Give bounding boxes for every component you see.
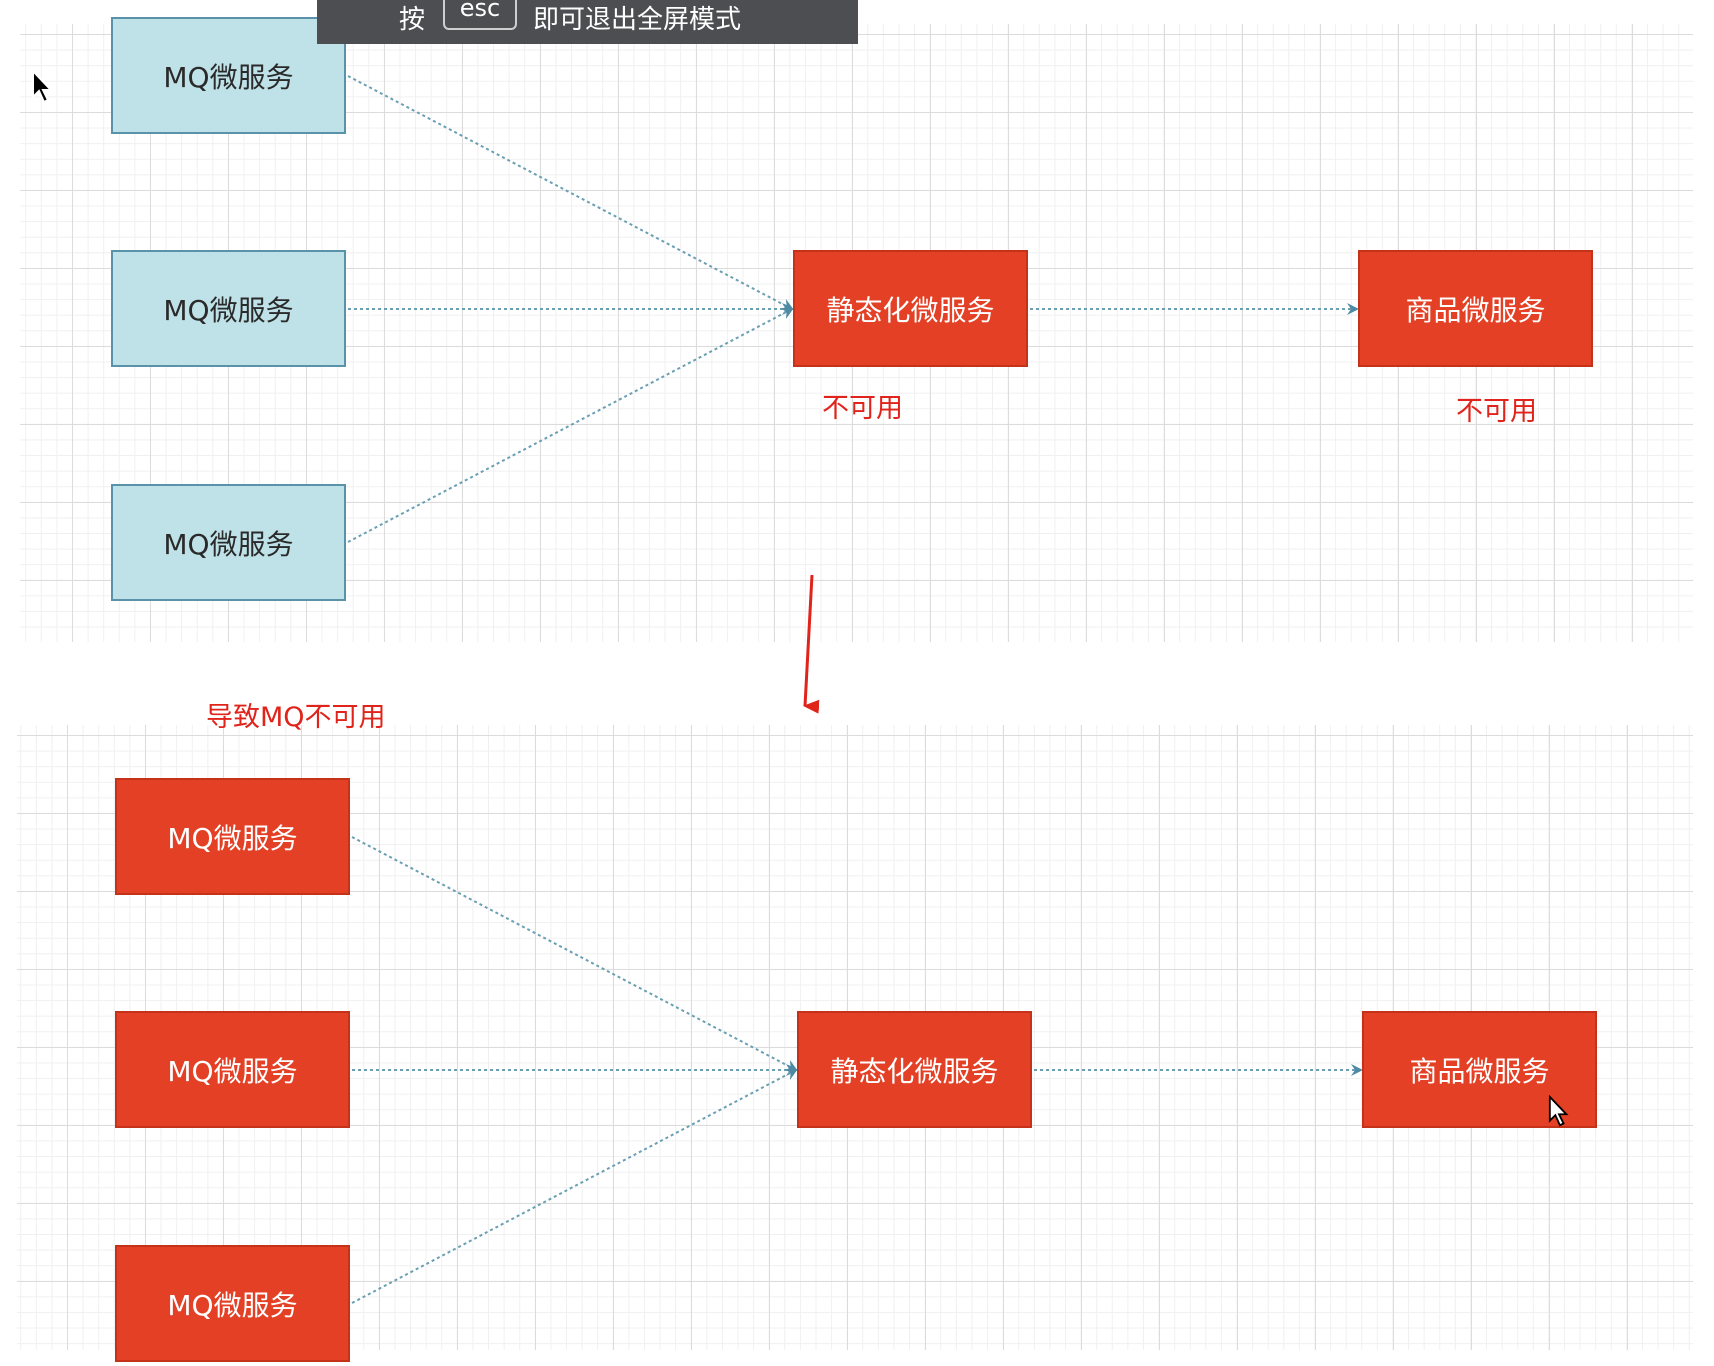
- mq-service-node-bottom-3[interactable]: MQ微服务: [115, 1245, 350, 1362]
- product-service-status-label: 不可用: [1456, 396, 1537, 427]
- connector-bottom-mq1-to-static: [351, 836, 798, 1071]
- connector-top-mq3-to-static: [347, 308, 794, 543]
- connector-bottom-mq3-to-static: [351, 1069, 798, 1304]
- mq-service-node-top-3[interactable]: MQ微服务: [111, 484, 346, 601]
- mq-unavailable-annotation: 导致MQ不可用: [206, 702, 386, 733]
- mq-service-node-top-1[interactable]: MQ微服务: [111, 17, 346, 134]
- mq-service-node-top-2[interactable]: MQ微服务: [111, 250, 346, 367]
- toast-prefix: 按: [399, 5, 426, 35]
- mouse-pointer-icon: [32, 69, 54, 104]
- flow-arrow: [803, 574, 820, 714]
- fullscreen-exit-toast: 按 esc 即可退出全屏模式: [317, 0, 858, 44]
- esc-key: esc: [443, 0, 517, 30]
- mouse-pointer-icon: [1548, 1095, 1569, 1127]
- mq-service-node-bottom-1[interactable]: MQ微服务: [115, 778, 350, 895]
- static-service-node-bottom[interactable]: 静态化微服务: [797, 1011, 1032, 1128]
- screen: MQ微服务 MQ微服务 MQ微服务 静态化微服务 商品微服务 不可用 不可用 导…: [0, 0, 1714, 1366]
- connector-top-mq1-to-static: [347, 75, 794, 310]
- toast-suffix: 即可退出全屏模式: [533, 5, 742, 35]
- static-service-node-top[interactable]: 静态化微服务: [793, 250, 1028, 367]
- static-service-status-label: 不可用: [822, 393, 903, 424]
- connector-layer: [347, 75, 1363, 1304]
- mq-service-node-bottom-2[interactable]: MQ微服务: [115, 1011, 350, 1128]
- product-service-node-top[interactable]: 商品微服务: [1358, 250, 1593, 367]
